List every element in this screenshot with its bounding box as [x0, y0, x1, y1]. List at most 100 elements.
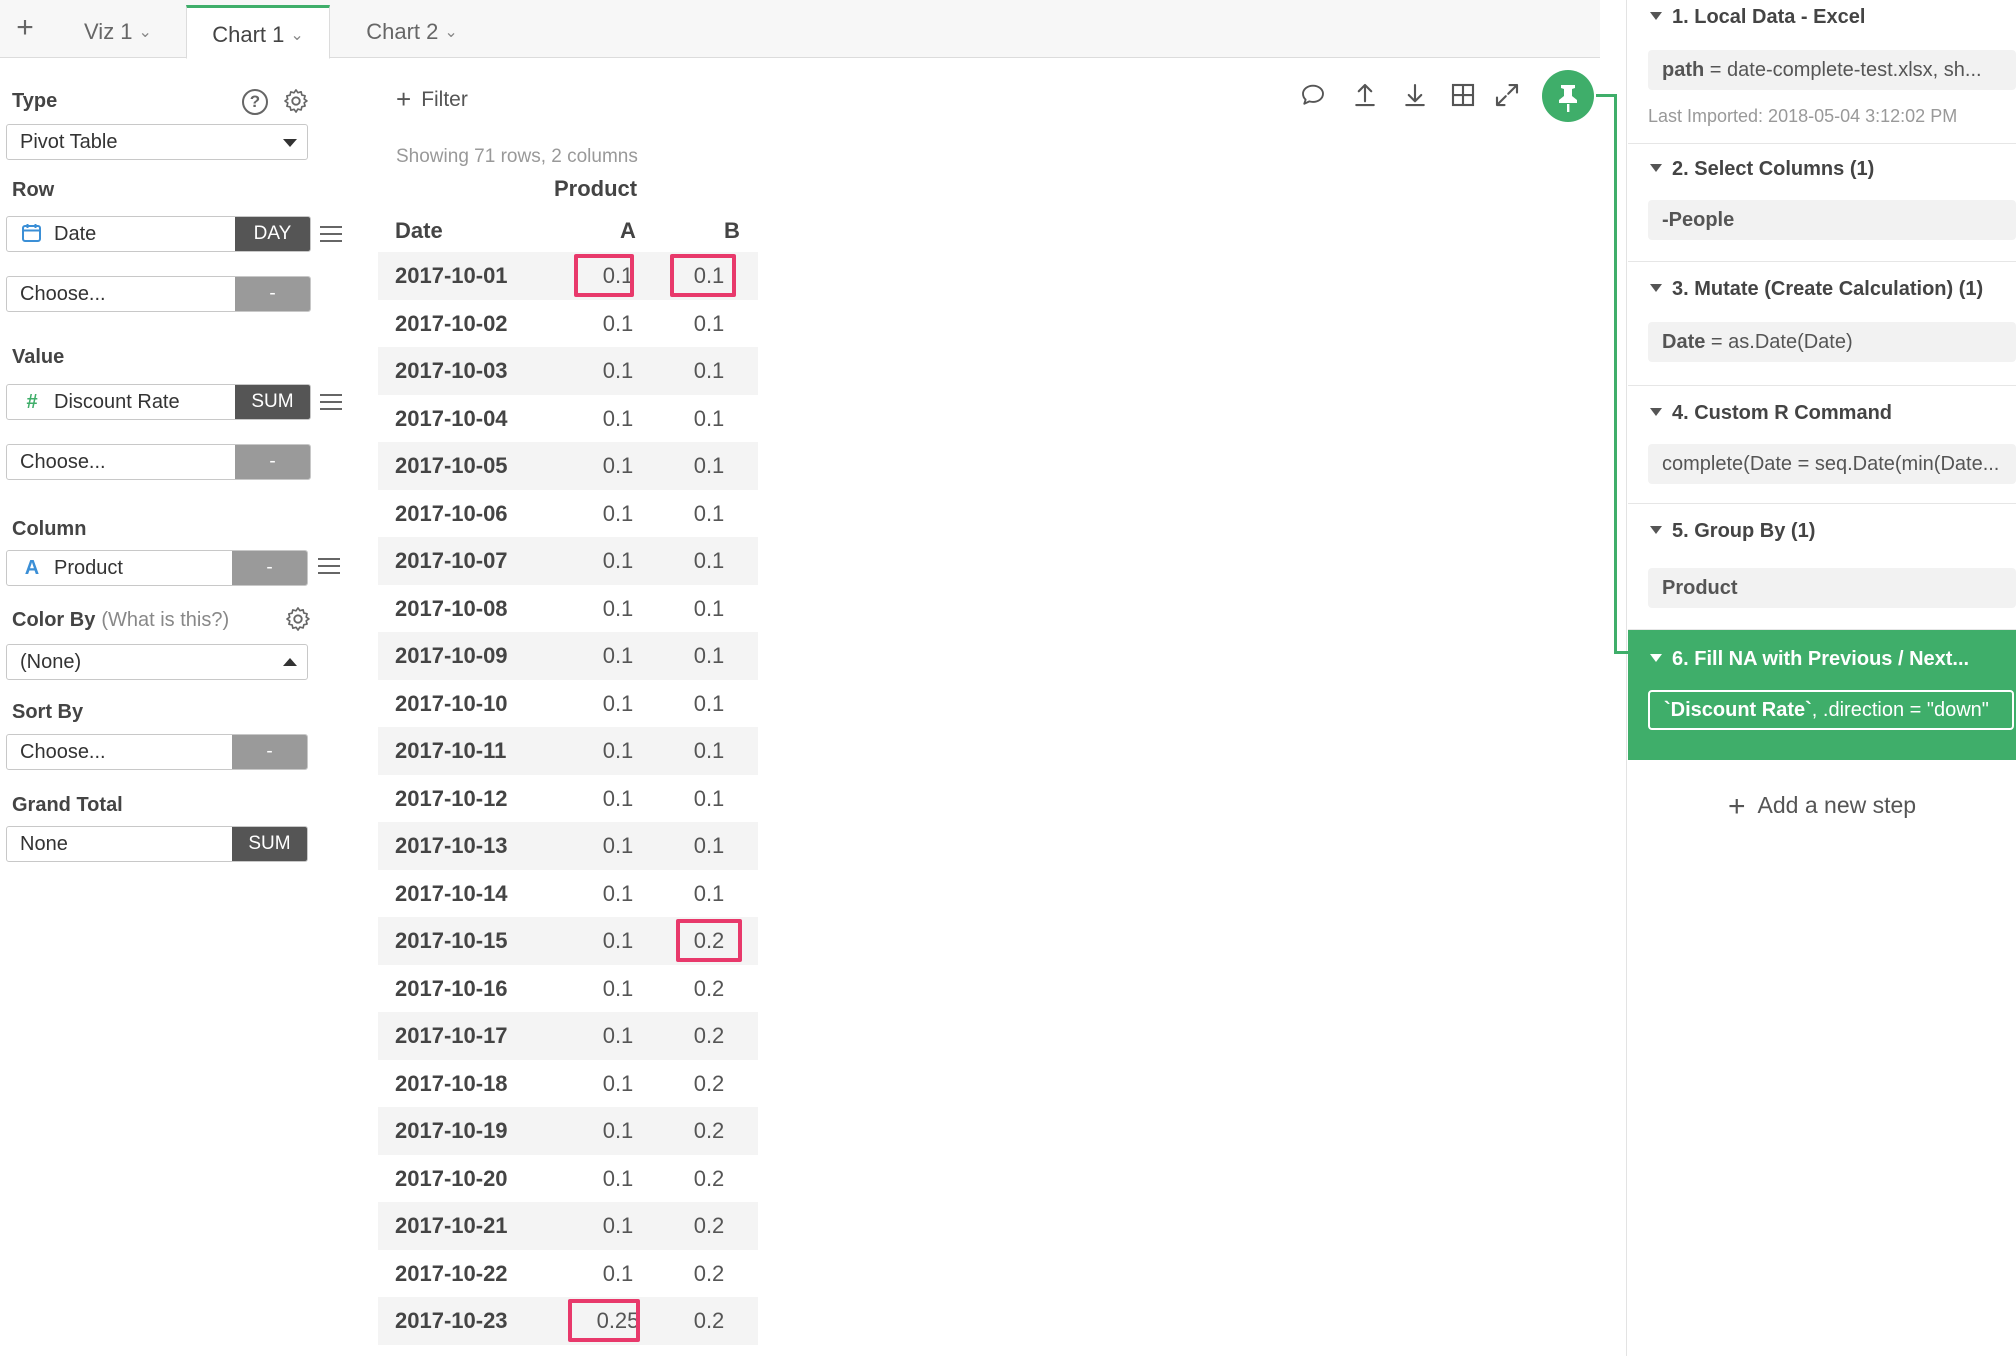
- step-detail-value: = as.Date(Date): [1705, 331, 1853, 353]
- value-agg-button[interactable]: SUM: [235, 385, 310, 419]
- caret-down-icon: [1650, 654, 1662, 662]
- table-row: 2017-10-01 0.1 0.1: [378, 252, 758, 300]
- plus-icon: +: [1728, 790, 1746, 823]
- value-cell-a: 0.1: [602, 643, 634, 668]
- data-wrangling-steps-panel: 1. Local Data - Excel path = date-comple…: [1628, 0, 2016, 1356]
- row-choose-agg[interactable]: -: [235, 277, 310, 311]
- color-by-select[interactable]: (None): [6, 644, 308, 680]
- menu-icon[interactable]: [318, 558, 340, 576]
- help-icon[interactable]: ?: [242, 89, 268, 115]
- value-cell-a: 0.1: [602, 500, 634, 526]
- caret-down-icon: [1650, 284, 1662, 292]
- grid-icon[interactable]: [1448, 80, 1478, 110]
- step-fill-na-active[interactable]: 6. Fill NA with Previous / Next... `Disc…: [1628, 630, 2016, 760]
- step-select-columns[interactable]: 2. Select Columns (1) -People: [1628, 144, 2016, 262]
- date-cell: 2017-10-05: [395, 453, 508, 478]
- gear-icon[interactable]: [284, 605, 312, 633]
- date-cell: 2017-10-03: [395, 358, 508, 383]
- step-title: 6. Fill NA with Previous / Next...: [1650, 648, 1969, 671]
- step-detail-key: -People: [1662, 209, 1735, 231]
- pin-connector: [1614, 651, 1628, 654]
- chevron-down-icon: ⌄: [290, 27, 304, 44]
- value-choose-label: Choose...: [20, 451, 106, 473]
- date-cell: 2017-10-19: [395, 1118, 508, 1143]
- add-new-step-button[interactable]: + Add a new step: [1728, 790, 1916, 824]
- step-detail-value: = date-complete-test.xlsx, sh...: [1704, 59, 1982, 81]
- tab-viz-1[interactable]: Viz 1 ⌄: [62, 5, 174, 59]
- value-cell-b: 0.2: [693, 1165, 725, 1191]
- step-title-text: 5. Group By (1): [1672, 520, 1816, 542]
- table-row: 2017-10-14 0.1 0.1: [378, 870, 758, 918]
- gear-icon[interactable]: [282, 87, 310, 115]
- value-field-discount-rate[interactable]: # Discount Rate SUM: [6, 384, 311, 420]
- date-cell: 2017-10-22: [395, 1260, 508, 1286]
- highlight-box: [670, 254, 736, 297]
- value-cell-b: 0.2: [693, 1118, 725, 1143]
- grand-total-field[interactable]: None SUM: [6, 826, 308, 862]
- step-custom-r-command[interactable]: 4. Custom R Command complete(Date = seq.…: [1628, 386, 2016, 504]
- type-label: Type: [12, 90, 58, 112]
- column-label: Column: [12, 518, 87, 540]
- column-group-header: Product: [554, 176, 638, 201]
- upload-icon[interactable]: [1350, 80, 1380, 110]
- value-cell-a: 0.1: [602, 1118, 634, 1143]
- grand-total-agg[interactable]: SUM: [232, 827, 307, 861]
- value-cell-b: 0.2: [693, 1213, 725, 1238]
- column-field-product[interactable]: A Product -: [6, 550, 308, 586]
- row-field-date[interactable]: Date DAY: [6, 216, 311, 252]
- table-row: 2017-10-09 0.1 0.1: [378, 632, 758, 680]
- grand-total-label: Grand Total: [12, 794, 123, 816]
- caret-down-icon: [1650, 526, 1662, 534]
- value-cell-b: 0.1: [693, 595, 725, 621]
- date-cell: 2017-10-12: [395, 785, 508, 811]
- download-icon[interactable]: [1400, 80, 1430, 110]
- menu-icon[interactable]: [320, 226, 342, 244]
- add-tab-button[interactable]: +: [8, 8, 42, 48]
- step-title-text: 2. Select Columns (1): [1672, 158, 1875, 180]
- tab-chart-1[interactable]: Chart 1 ⌄: [186, 5, 330, 59]
- row-field-name: Date: [7, 217, 96, 251]
- comment-icon[interactable]: [1298, 80, 1328, 110]
- caret-up-icon: [283, 658, 297, 666]
- step-detail: -People: [1648, 200, 2016, 240]
- step-group-by[interactable]: 5. Group By (1) Product: [1628, 504, 2016, 630]
- sort-by-field[interactable]: Choose... -: [6, 734, 308, 770]
- value-cell-b: 0.1: [693, 453, 725, 478]
- color-by-title: Color By: [12, 609, 96, 631]
- sort-by-agg[interactable]: -: [232, 735, 307, 769]
- value-cell-b: 0.2: [693, 1308, 725, 1333]
- value-cell-a: 0.1: [602, 738, 634, 763]
- step-title: 3. Mutate (Create Calculation) (1): [1650, 278, 1983, 301]
- expand-icon[interactable]: [1492, 80, 1522, 110]
- plus-icon: +: [396, 84, 412, 114]
- value-choose-field[interactable]: Choose... -: [6, 444, 311, 480]
- pin-button[interactable]: [1542, 70, 1594, 122]
- row-agg-button[interactable]: DAY: [235, 217, 310, 251]
- highlight-box: [676, 919, 742, 962]
- table-row: 2017-10-20 0.1 0.2: [378, 1155, 758, 1203]
- menu-icon[interactable]: [320, 394, 342, 412]
- table-row: 2017-10-15 0.1 0.2: [378, 917, 758, 965]
- table-row: 2017-10-02 0.1 0.1: [378, 300, 758, 348]
- table-row: 2017-10-11 0.1 0.1: [378, 727, 758, 775]
- chart-type-select[interactable]: Pivot Table: [6, 124, 308, 160]
- row-choose-field[interactable]: Choose... -: [6, 276, 311, 312]
- step-local-data[interactable]: 1. Local Data - Excel path = date-comple…: [1628, 0, 2016, 144]
- tab-chart-2[interactable]: Chart 2 ⌄: [344, 5, 480, 59]
- step-mutate[interactable]: 3. Mutate (Create Calculation) (1) Date …: [1628, 262, 2016, 386]
- value-choose-agg[interactable]: -: [235, 445, 310, 479]
- value-field-label: Discount Rate: [54, 391, 180, 413]
- date-cell: 2017-10-07: [395, 548, 508, 573]
- color-by-help-link[interactable]: (What is this?): [101, 609, 229, 631]
- value-cell-a: 0.1: [602, 880, 634, 906]
- row-choose-label: Choose...: [20, 283, 106, 305]
- value-cell-a: 0.1: [602, 1165, 634, 1191]
- column-agg-button[interactable]: -: [232, 551, 307, 585]
- text-type-icon: A: [24, 557, 40, 579]
- value-cell-a: 0.1: [602, 310, 634, 336]
- add-filter-button[interactable]: + Filter: [396, 84, 468, 115]
- value-cell-b: 0.1: [693, 738, 725, 763]
- row-label: Row: [12, 179, 55, 201]
- highlight-box: [574, 254, 634, 297]
- step-detail: path = date-complete-test.xlsx, sh...: [1648, 50, 2016, 90]
